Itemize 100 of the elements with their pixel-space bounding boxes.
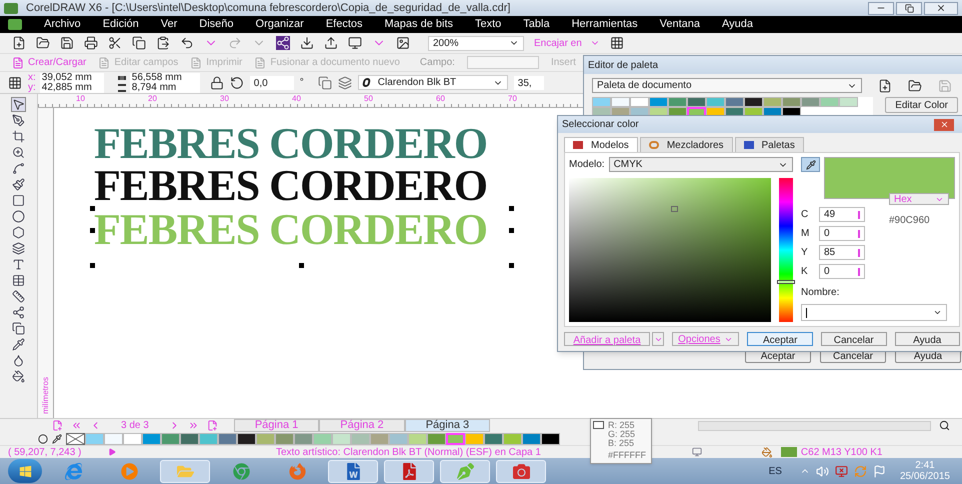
restore-button[interactable] [896,2,922,14]
hue-slider[interactable] [779,178,793,322]
color-swatch[interactable] [592,97,611,107]
eyedropper-icon[interactable] [52,434,62,444]
color-swatch[interactable] [744,97,763,107]
color-swatch[interactable] [123,432,142,444]
curve-icon[interactable] [12,162,25,175]
zoom-dropdown[interactable]: 200% [428,36,524,50]
dimension-icon[interactable] [12,290,25,303]
rotate-icon[interactable] [230,76,244,90]
fill-bucket-icon[interactable] [12,370,25,383]
language-indicator[interactable]: ES [768,464,782,478]
color-swatch[interactable] [630,97,649,107]
taskbar-button[interactable] [328,460,378,482]
menu-item[interactable]: Archivo [44,16,81,33]
color-swatch[interactable] [199,432,218,444]
picker-marker[interactable] [671,206,678,212]
color-swatch[interactable] [313,432,332,444]
color-picker-area[interactable] [569,178,771,322]
menu-item[interactable]: Diseño [199,16,234,33]
color-swatch[interactable] [484,432,503,444]
color-swatch[interactable] [465,432,484,444]
field-dropdown[interactable] [466,56,539,69]
table-icon[interactable] [12,274,25,287]
color-swatch[interactable] [408,432,427,444]
height-field[interactable]: 8,794 mm [130,82,200,92]
network-icon[interactable] [834,464,848,478]
add-page-icon[interactable] [206,420,218,431]
dialog-button[interactable]: Aceptar [747,332,813,346]
palette-dropdown[interactable]: Paleta de documento [592,78,862,93]
channel-spin-field[interactable]: 49 [819,207,865,222]
close-button[interactable] [934,118,954,130]
flag-icon[interactable] [872,464,886,478]
menu-item[interactable]: Ver [160,16,178,33]
color-swatch[interactable] [218,432,237,444]
palette-menu-icon[interactable] [38,434,48,444]
menu-item[interactable]: Ventana [660,16,700,33]
pointer-icon[interactable] [12,98,25,111]
color-swatch[interactable] [541,432,560,444]
selection-handle[interactable] [509,228,514,233]
save-icon[interactable] [60,36,74,50]
selection-handle[interactable] [509,263,514,268]
copy-icon[interactable] [132,36,146,50]
font-size-field[interactable]: 35, [514,76,544,90]
dialog-button[interactable]: Cancelar [820,332,886,346]
menu-item[interactable]: Texto [475,16,502,33]
polygon-icon[interactable] [12,226,25,239]
color-swatch[interactable] [446,432,465,444]
color-swatch[interactable] [142,432,161,444]
page-tab[interactable]: Página 3 [404,419,490,432]
color-swatch[interactable] [522,432,541,444]
rotation-field[interactable]: 0,0 [250,76,294,90]
menu-item[interactable]: Ayuda [722,16,753,33]
new-palette-icon[interactable] [878,78,892,92]
menu-item[interactable]: Edición [102,16,139,33]
color-swatch[interactable] [256,432,275,444]
folder-icon[interactable] [36,36,50,50]
start-button[interactable] [8,459,42,483]
folder-icon[interactable] [908,78,922,92]
color-swatch[interactable] [180,432,199,444]
no-color-swatch[interactable] [66,432,85,444]
model-dropdown[interactable]: CMYK [608,157,793,172]
monitor-icon[interactable] [348,36,362,50]
dropdown-arrow-button[interactable] [652,332,664,346]
close-button[interactable] [924,2,958,14]
color-swatch[interactable] [801,97,820,107]
rectangle-icon[interactable] [12,194,25,207]
color-swatch[interactable] [351,432,370,444]
ellipse-icon[interactable] [12,210,25,223]
import-icon[interactable] [300,36,314,50]
zoom-icon[interactable] [12,146,25,159]
play-icon[interactable] [108,448,116,456]
menu-item[interactable]: Organizar [256,16,304,33]
menu-item[interactable]: Mapas de bits [384,16,453,33]
speaker-icon[interactable] [816,464,829,478]
color-swatch[interactable] [782,97,801,107]
undo-icon[interactable] [180,36,194,50]
pen-tool-icon[interactable] [12,114,25,127]
color-swatch[interactable] [725,97,744,107]
options-icon[interactable] [610,36,624,50]
color-swatch[interactable] [332,432,351,444]
color-swatch[interactable] [687,97,706,107]
taskbar-button[interactable] [384,460,434,482]
color-swatch[interactable] [649,97,668,107]
color-swatch[interactable] [668,97,687,107]
color-swatch[interactable] [370,432,389,444]
printer-icon[interactable] [84,36,98,50]
color-swatch[interactable] [275,432,294,444]
name-field[interactable] [801,304,947,321]
width-field[interactable]: 56,558 mm [130,72,200,82]
text-tool-icon[interactable] [12,258,25,271]
lock-icon[interactable] [210,76,224,90]
hue-slider-thumb[interactable] [777,280,795,284]
color-swatch[interactable] [161,432,180,444]
menu-item[interactable]: Tabla [523,16,550,33]
dialog-tab[interactable]: Mezcladores [640,137,733,152]
eyedropper-icon[interactable] [12,338,25,351]
dialog-tab[interactable]: Modelos [564,137,638,152]
color-swatch[interactable] [427,432,446,444]
color-swatch[interactable] [611,97,630,107]
